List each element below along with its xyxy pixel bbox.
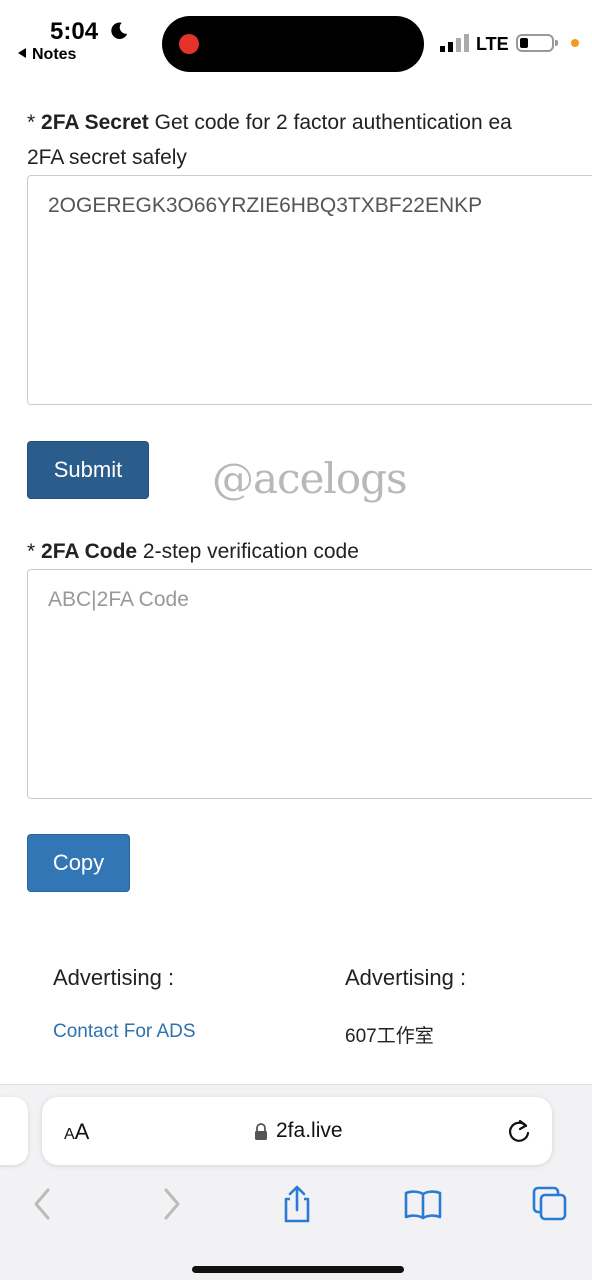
page-settings-button[interactable]: AA (64, 1119, 89, 1145)
forward-icon[interactable] (152, 1184, 192, 1224)
code-label-text: 2-step verification code (137, 540, 359, 563)
lock-icon (255, 1123, 267, 1140)
required-mark: * (27, 540, 42, 563)
mic-in-use-indicator-icon (571, 39, 579, 47)
back-app-label: Notes (32, 46, 77, 63)
reload-icon[interactable] (506, 1117, 532, 1145)
code-textarea[interactable]: ABC|2FA Code (27, 569, 592, 799)
secret-label-text: Get code for 2 factor authentication ea (148, 111, 512, 134)
status-bar: 5:04 Notes LTE (0, 0, 592, 80)
secret-label: * 2FA Secret Get code for 2 factor authe… (27, 106, 512, 140)
bookmarks-icon[interactable] (403, 1184, 443, 1224)
home-indicator[interactable] (192, 1266, 404, 1273)
network-type: LTE (476, 34, 509, 54)
required-mark: * (27, 111, 42, 134)
secret-label-bold: 2FA Secret (41, 111, 149, 134)
url-domain: 2fa.live (276, 1119, 343, 1142)
safari-toolbar: AA 2fa.live (0, 1084, 592, 1280)
code-placeholder: ABC|2FA Code (48, 588, 189, 611)
ad-title-2: Advertising : (345, 965, 467, 990)
submit-button[interactable]: Submit (27, 441, 149, 499)
code-label-bold: 2FA Code (41, 540, 138, 563)
secret-label-line2: 2FA secret safely (27, 146, 187, 169)
watermark: @acelogs (212, 454, 408, 503)
moon-icon (111, 22, 128, 39)
back-icon[interactable] (22, 1184, 62, 1224)
tabs-icon[interactable] (530, 1184, 570, 1224)
status-time: 5:04 (50, 18, 99, 45)
back-arrow-icon (18, 48, 26, 58)
address-bar[interactable]: AA 2fa.live (42, 1097, 552, 1165)
recording-indicator-icon (179, 34, 199, 54)
back-to-notes-link[interactable]: Notes (18, 46, 76, 64)
secret-value: 2OGEREGK3O66YRZIE6HBQ3TXBF22ENKP (48, 194, 483, 217)
cellular-signal-icon (440, 34, 469, 52)
share-icon[interactable] (277, 1184, 317, 1224)
contact-for-ads-link[interactable]: Contact For ADS (53, 1021, 196, 1043)
previous-tab-card[interactable] (0, 1097, 28, 1165)
ad-title-1: Advertising : (53, 965, 175, 990)
secret-textarea[interactable]: 2OGEREGK3O66YRZIE6HBQ3TXBF22ENKP (27, 175, 592, 405)
code-label: * 2FA Code 2-step verification code (27, 535, 359, 569)
copy-button[interactable]: Copy (27, 834, 130, 892)
dynamic-island (162, 16, 424, 72)
battery-icon (516, 34, 558, 52)
ad-text-607[interactable]: 607工作室 (345, 1021, 434, 1048)
